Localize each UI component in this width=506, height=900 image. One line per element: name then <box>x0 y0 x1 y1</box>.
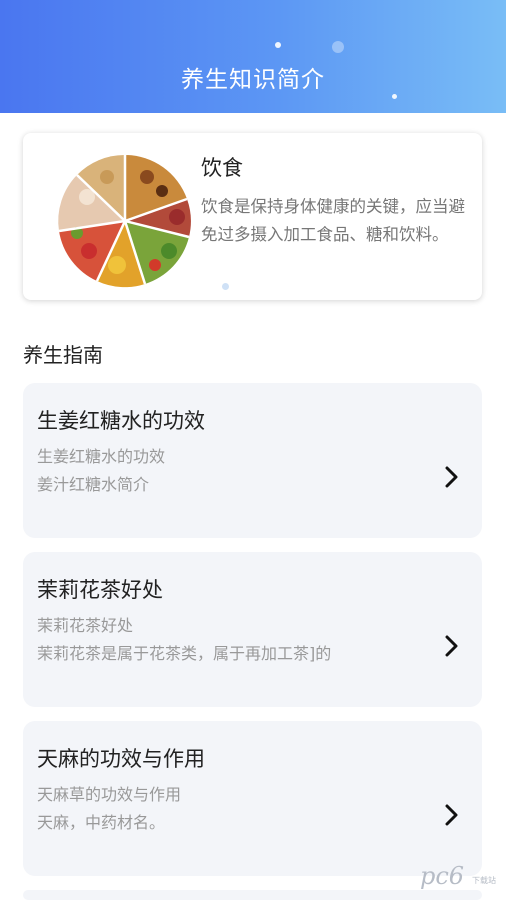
guide-card[interactable]: 茉莉花茶好处 茉莉花茶好处 茉莉花茶是属于花茶类，属于再加工茶]的 <box>23 552 482 707</box>
guide-card[interactable]: 天麻的功效与作用 天麻草的功效与作用 天麻，中药材名。 <box>23 721 482 876</box>
decor-dot <box>332 41 344 53</box>
card-description: 天麻，中药材名。 <box>37 813 166 832</box>
guide-card[interactable]: 生姜红糖水的功效 生姜红糖水的功效 姜汁红糖水简介 <box>23 383 482 538</box>
banner-title: 饮食 <box>201 156 243 180</box>
card-title: 茉莉花茶好处 <box>37 578 163 602</box>
card-subtitle: 生姜红糖水的功效 <box>37 447 166 466</box>
guide-card[interactable] <box>23 890 482 900</box>
header-bar: 养生知识简介 <box>0 0 506 113</box>
food-plate-image <box>58 154 191 288</box>
chevron-right-icon[interactable] <box>444 635 460 657</box>
card-description: 姜汁红糖水简介 <box>37 475 150 494</box>
page-title: 养生知识简介 <box>181 67 325 93</box>
card-title: 天麻的功效与作用 <box>37 747 205 771</box>
carousel-indicator[interactable] <box>222 283 229 290</box>
section-title: 养生指南 <box>23 343 103 367</box>
banner-description: 饮食是保持身体健康的关键，应当避免过多摄入加工食品、糖和饮料。 <box>201 197 465 244</box>
chevron-right-icon[interactable] <box>444 466 460 488</box>
diet-banner-card[interactable]: 饮食 饮食是保持身体健康的关键，应当避免过多摄入加工食品、糖和饮料。 <box>23 133 482 300</box>
card-description: 茉莉花茶是属于花茶类，属于再加工茶]的 <box>37 644 332 663</box>
watermark-logo: pc6 下载站 <box>420 862 500 892</box>
card-title: 生姜红糖水的功效 <box>37 409 205 433</box>
decor-dot <box>392 94 397 99</box>
card-subtitle: 茉莉花茶好处 <box>37 616 134 635</box>
chevron-right-icon[interactable] <box>444 804 460 826</box>
decor-dot <box>275 42 281 48</box>
watermark-text: pc6 <box>420 862 465 890</box>
watermark-subtext: 下载站 <box>472 876 496 885</box>
card-subtitle: 天麻草的功效与作用 <box>37 785 182 804</box>
